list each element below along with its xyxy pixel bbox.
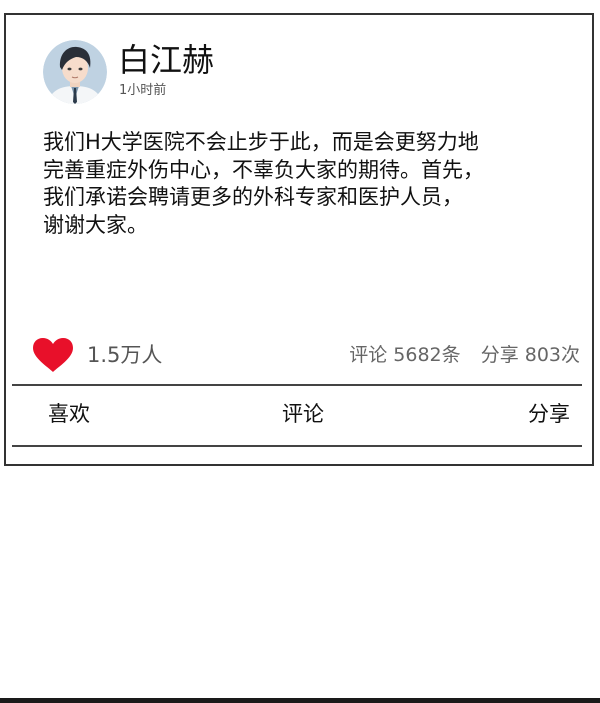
post-stats: 评论 5682条 分享 803次: [349, 341, 580, 369]
share-button[interactable]: 分享: [528, 399, 570, 429]
post-body: 我们H大学医院不会止步于此，而是会更努力地 完善重症外伤中心，不辜负大家的期待。…: [43, 130, 484, 237]
divider: [12, 384, 582, 386]
post-time: 1小时前: [119, 83, 167, 98]
author-name[interactable]: 白江赫: [118, 40, 214, 80]
like-count: 1.5万人: [87, 343, 163, 367]
heart-icon[interactable]: [32, 337, 74, 373]
like-button[interactable]: 喜欢: [48, 399, 90, 429]
comment-count: 评论 5682条: [349, 344, 461, 366]
comment-button[interactable]: 评论: [282, 399, 324, 429]
share-count: 分享 803次: [480, 344, 580, 366]
post-card: 白江赫 1小时前 我们H大学医院不会止步于此，而是会更努力地 完善重症外伤中心，…: [4, 13, 594, 466]
avatar[interactable]: [43, 40, 107, 104]
divider: [12, 445, 582, 447]
panel-edge: [0, 698, 600, 703]
